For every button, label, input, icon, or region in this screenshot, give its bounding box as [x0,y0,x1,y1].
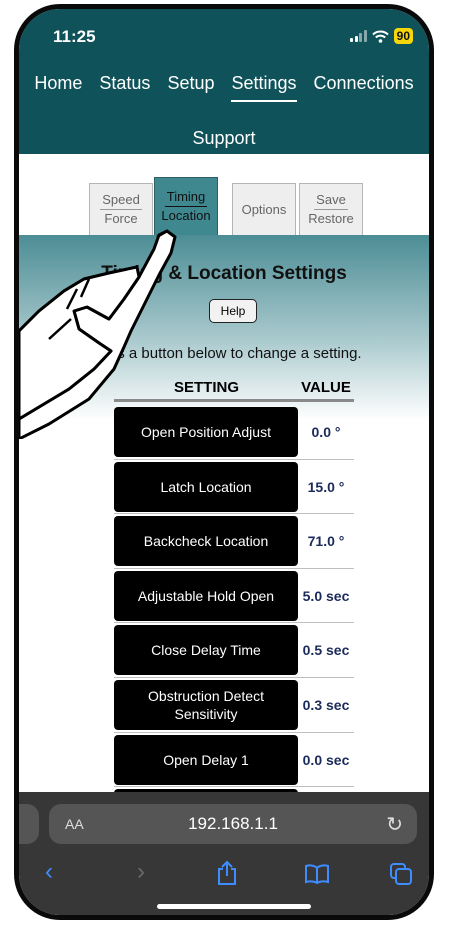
nav-row-2: Support [19,128,429,153]
previous-tab-pill[interactable] [19,804,39,844]
setting-row-latch-location: Latch Location 15.0 ° [114,460,354,515]
open-delay-1-value: 0.0 sec [302,751,350,768]
obstruction-detect-button[interactable]: Obstruction Detect Sensitivity [114,680,298,730]
latch-location-button[interactable]: Latch Location [114,461,298,512]
open-delay-1-button[interactable]: Open Delay 1 [114,734,298,785]
nav-connections[interactable]: Connections [314,73,414,98]
status-icons: 90 [350,27,413,45]
adjustable-hold-open-value: 5.0 sec [302,587,350,604]
share-icon[interactable] [216,860,238,886]
nav-setup[interactable]: Setup [167,73,214,98]
backcheck-location-button[interactable]: Backcheck Location [114,516,298,567]
setting-row-close-delay-time: Close Delay Time 0.5 sec [114,623,354,678]
close-delay-time-value: 0.5 sec [302,642,350,659]
nav-home[interactable]: Home [34,73,82,98]
nav-status[interactable]: Status [99,73,150,98]
reload-icon[interactable]: ↻ [386,812,403,837]
tab-save-restore-line2: Restore [308,211,354,226]
tab-save-restore[interactable]: Save Restore [299,183,363,235]
screen: 11:25 90 Home Status Setup Settings Conn… [19,9,429,915]
setting-row-backcheck-location: Backcheck Location 71.0 ° [114,514,354,569]
pointing-hand-icon [19,229,177,439]
forward-icon[interactable]: › [137,858,145,886]
setting-row-open-delay-1: Open Delay 1 0.0 sec [114,733,354,788]
url-text: 192.168.1.1 [188,814,278,833]
adjustable-hold-open-button[interactable]: Adjustable Hold Open [114,570,298,621]
home-indicator[interactable] [157,904,311,909]
obstruction-detect-value: 0.3 sec [302,697,350,713]
status-time: 11:25 [53,27,96,46]
tab-options-label: Options [241,201,287,217]
tabs-icon[interactable] [389,862,413,886]
nav-support[interactable]: Support [192,128,255,153]
tab-speed-force-line1: Speed [100,191,142,210]
latch-location-value: 15.0 ° [307,478,345,495]
close-delay-time-button[interactable]: Close Delay Time [114,625,298,676]
address-bar[interactable]: AA 192.168.1.1 ↻ [49,804,417,844]
header-value: VALUE [301,379,351,396]
header: 11:25 90 Home Status Setup Settings Conn… [19,9,429,154]
help-button[interactable]: Help [209,299,257,323]
tab-save-restore-line1: Save [314,191,348,210]
tab-timing-location-line1: Timing [164,188,208,207]
setting-row-adjustable-hold-open: Adjustable Hold Open 5.0 sec [114,569,354,624]
backcheck-location-value: 71.0 ° [307,533,345,550]
top-nav: Home Status Setup Settings Connections S… [19,73,429,153]
battery-badge: 90 [393,28,413,44]
nav-row-1: Home Status Setup Settings Connections [19,73,429,102]
wifi-icon [371,30,389,43]
tab-options[interactable]: Options [232,183,296,235]
open-position-adjust-value: 0.0 ° [311,424,341,440]
signal-icon [350,30,367,42]
browser-toolbar: AA 192.168.1.1 ↻ ‹ › [19,792,429,915]
nav-settings[interactable]: Settings [231,73,297,102]
bookmarks-icon[interactable] [304,864,330,884]
back-icon[interactable]: ‹ [45,858,53,886]
setting-row-obstruction-detect: Obstruction Detect Sensitivity 0.3 sec [114,678,354,733]
phone-frame: 11:25 90 Home Status Setup Settings Conn… [14,4,434,920]
